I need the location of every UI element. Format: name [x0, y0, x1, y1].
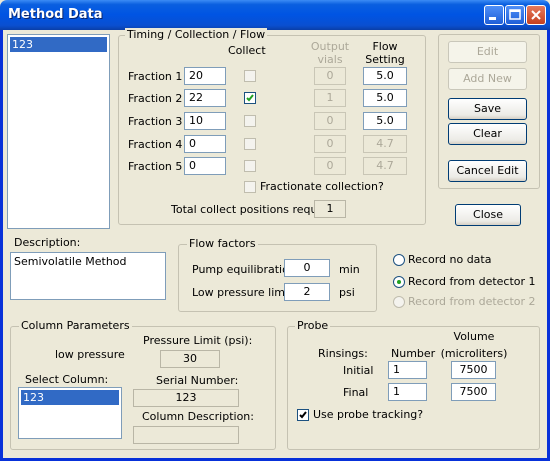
record-option-label: Record from detector 1: [408, 275, 536, 288]
record-option-label: Record from detector 2: [408, 295, 536, 308]
volume-header-line2: (microliters): [440, 347, 508, 360]
radio-selected-dot: [397, 280, 401, 284]
clear-button[interactable]: Clear: [448, 123, 527, 145]
description-textbox[interactable]: Semivolatile Method: [10, 252, 166, 300]
fraction-flow-input: 4.7: [363, 157, 407, 175]
edit-button[interactable]: Edit: [448, 41, 527, 63]
close-window-button[interactable]: [526, 5, 546, 25]
select-column-label: Select Column:: [25, 373, 109, 386]
method-list[interactable]: 123: [7, 34, 110, 229]
fraction-collect-checkbox[interactable]: [244, 160, 256, 172]
volume-header-line1: Volume: [453, 330, 495, 343]
fraction-collect-checkbox[interactable]: [244, 70, 256, 82]
fraction-label: Fraction 3: [128, 115, 183, 128]
close-icon: [531, 10, 541, 20]
timing-legend: Timing / Collection / Flow: [125, 28, 268, 41]
low-pressure-label: Low pressure limit: [192, 286, 293, 299]
column-list-item[interactable]: 123: [21, 390, 119, 405]
fraction-time-input[interactable]: 0: [184, 157, 226, 175]
probe-tracking-label: Use probe tracking?: [313, 408, 424, 421]
flow-factors-group: [178, 244, 377, 312]
fraction-flow-input[interactable]: 5.0: [363, 89, 407, 107]
record-detector2-radio[interactable]: [393, 296, 405, 308]
final-label: Final: [343, 386, 369, 399]
flow-factors-legend: Flow factors: [187, 237, 258, 250]
final-volume-input[interactable]: 7500: [451, 383, 496, 401]
serial-number-value: 123: [133, 389, 239, 407]
fraction-vials-field: 0: [314, 67, 346, 85]
rinsings-label: Rinsings:: [318, 347, 368, 360]
fraction-time-input[interactable]: 20: [184, 67, 226, 85]
pump-equilibration-label: Pump equilibration: [192, 263, 296, 276]
fraction-flow-input: 4.7: [363, 135, 407, 153]
method-list-item[interactable]: 123: [10, 37, 107, 52]
low-pressure-unit: psi: [339, 286, 355, 299]
total-collect-value: 1: [314, 200, 346, 218]
pump-unit: min: [339, 263, 360, 276]
record-detector1-radio[interactable]: [393, 276, 405, 288]
final-number-input[interactable]: 1: [388, 383, 427, 401]
maximize-icon: [509, 9, 521, 20]
column-description-value: [133, 426, 239, 444]
fraction-vials-field: 0: [314, 112, 346, 130]
collect-header: Collect: [228, 44, 266, 57]
flow-header-line2: Setting: [365, 53, 405, 66]
column-params-legend: Column Parameters: [19, 319, 132, 332]
checkmark-icon: [246, 94, 254, 102]
column-description-label: Column Description:: [142, 410, 254, 423]
number-header: Number: [391, 347, 436, 360]
flow-header-line1: Flow: [372, 40, 398, 53]
initial-label: Initial: [343, 364, 374, 377]
pressure-limit-value: 30: [160, 350, 220, 368]
close-button[interactable]: Close: [455, 204, 521, 226]
serial-number-label: Serial Number:: [156, 374, 239, 387]
fraction-flow-input[interactable]: 5.0: [363, 67, 407, 85]
fraction-flow-input[interactable]: 5.0: [363, 112, 407, 130]
record-no-data-radio[interactable]: [393, 254, 405, 266]
fraction-vials-field: 0: [314, 135, 346, 153]
low-pressure-input[interactable]: 2: [284, 283, 330, 301]
fractionate-checkbox[interactable]: [244, 181, 256, 193]
fractionate-label: Fractionate collection?: [260, 180, 384, 193]
minimize-icon: [489, 17, 496, 20]
save-button[interactable]: Save: [448, 98, 527, 120]
checkmark-icon: [299, 411, 307, 419]
window-title: Method Data: [8, 7, 103, 22]
fraction-vials-field: 0: [314, 157, 346, 175]
fraction-label: Fraction 1: [128, 70, 183, 83]
output-header-line2: vials: [317, 53, 343, 66]
output-vials-header: Output vials: [305, 40, 355, 66]
probe-legend: Probe: [295, 319, 331, 332]
minimize-button[interactable]: [484, 5, 504, 25]
fraction-time-input[interactable]: 22: [184, 89, 226, 107]
fraction-label: Fraction 2: [128, 92, 183, 105]
maximize-button[interactable]: [505, 5, 525, 25]
initial-volume-input[interactable]: 7500: [451, 361, 496, 379]
fraction-collect-checkbox[interactable]: [244, 115, 256, 127]
column-list[interactable]: 123: [18, 387, 122, 439]
fraction-collect-checkbox[interactable]: [244, 138, 256, 150]
pump-equilibration-input[interactable]: 0: [284, 259, 330, 277]
fraction-label: Fraction 4: [128, 138, 183, 151]
add-new-button[interactable]: Add New: [448, 68, 527, 90]
fraction-label: Fraction 5: [128, 160, 183, 173]
record-option-label: Record no data: [408, 253, 492, 266]
pressure-limit-label: Pressure Limit (psi):: [143, 334, 253, 347]
fraction-time-input[interactable]: 10: [184, 112, 226, 130]
cancel-edit-button[interactable]: Cancel Edit: [448, 160, 527, 182]
column-type-text: low pressure: [55, 348, 125, 361]
flow-setting-header: Flow Setting: [360, 40, 410, 66]
initial-number-input[interactable]: 1: [388, 361, 427, 379]
probe-tracking-checkbox[interactable]: [297, 409, 309, 421]
fraction-vials-field: 1: [314, 89, 346, 107]
fraction-time-input[interactable]: 0: [184, 135, 226, 153]
description-label: Description:: [14, 236, 81, 249]
fraction-collect-checkbox[interactable]: [244, 92, 256, 104]
output-header-line1: Output: [310, 40, 350, 53]
